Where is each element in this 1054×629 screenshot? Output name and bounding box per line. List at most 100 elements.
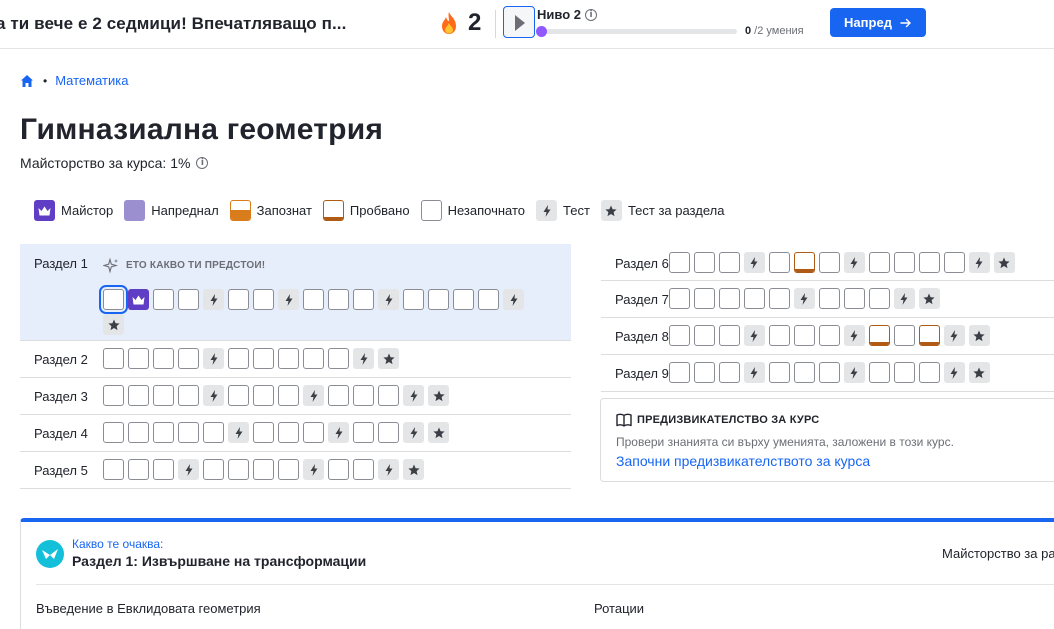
skill-attempted[interactable] [918, 325, 940, 346]
skill-not-started[interactable] [718, 325, 740, 346]
quiz-icon[interactable] [228, 422, 249, 443]
home-icon[interactable] [20, 74, 34, 88]
skill-not-started[interactable] [768, 325, 790, 346]
unit-name[interactable]: Раздел 9 [601, 362, 669, 391]
unit-test-icon[interactable] [103, 314, 124, 335]
skill-not-started[interactable] [128, 459, 149, 480]
skill-not-started[interactable] [918, 252, 940, 273]
skill-not-started[interactable] [818, 288, 840, 309]
skill-not-started[interactable] [818, 362, 840, 383]
unit-name[interactable]: Раздел 5 [20, 459, 103, 488]
skill-not-started[interactable] [793, 325, 815, 346]
quiz-icon[interactable] [303, 385, 324, 406]
quiz-icon[interactable] [378, 459, 399, 480]
unit-name[interactable]: Раздел 6 [601, 252, 669, 280]
skill-not-started[interactable] [818, 252, 840, 273]
skill-not-started[interactable] [99, 285, 128, 314]
skill-not-started[interactable] [303, 422, 324, 443]
skill-not-started[interactable] [178, 385, 199, 406]
quiz-icon[interactable] [793, 288, 815, 309]
lesson-link[interactable]: Въведение в Евклидовата геометрия [36, 601, 261, 616]
next-button[interactable]: Напред [830, 8, 926, 37]
quiz-icon[interactable] [943, 325, 965, 346]
unit-row-2[interactable]: Раздел 2 [20, 341, 571, 378]
skill-not-started[interactable] [253, 348, 274, 369]
unit-test-icon[interactable] [378, 348, 399, 369]
unit-row-4[interactable]: Раздел 4 [20, 415, 571, 452]
skill-not-started[interactable] [478, 289, 499, 310]
skill-not-started[interactable] [868, 252, 890, 273]
skill-not-started[interactable] [768, 252, 790, 273]
skill-not-started[interactable] [228, 459, 249, 480]
unit-row-5[interactable]: Раздел 5 [20, 452, 571, 489]
skill-not-started[interactable] [868, 362, 890, 383]
unit-row-7[interactable]: Раздел 7 [601, 281, 1054, 318]
skill-not-started[interactable] [103, 422, 124, 443]
unit-name[interactable]: Раздел 1 [20, 256, 103, 340]
skill-not-started[interactable] [918, 362, 940, 383]
quiz-icon[interactable] [743, 362, 765, 383]
unit-row-6[interactable]: Раздел 6 [601, 244, 1054, 281]
quiz-icon[interactable] [378, 289, 399, 310]
play-button[interactable] [503, 6, 535, 38]
skill-not-started[interactable] [378, 385, 399, 406]
quiz-icon[interactable] [203, 289, 224, 310]
quiz-icon[interactable] [843, 362, 865, 383]
quiz-icon[interactable] [353, 348, 374, 369]
start-course-challenge-link[interactable]: Започни предизвикателството за курса [616, 453, 1054, 469]
skill-not-started[interactable] [768, 362, 790, 383]
skill-attempted[interactable] [793, 252, 815, 273]
skill-not-started[interactable] [668, 288, 690, 309]
quiz-icon[interactable] [178, 459, 199, 480]
unit-name[interactable]: Раздел 3 [20, 385, 103, 414]
unit-test-icon[interactable] [428, 385, 449, 406]
skill-not-started[interactable] [128, 348, 149, 369]
skill-not-started[interactable] [153, 348, 174, 369]
streak-indicator[interactable]: 2 [440, 9, 481, 37]
skill-not-started[interactable] [278, 459, 299, 480]
quiz-icon[interactable] [968, 252, 990, 273]
skill-not-started[interactable] [328, 459, 349, 480]
skill-not-started[interactable] [278, 422, 299, 443]
unit-row-8[interactable]: Раздел 8 [601, 318, 1054, 355]
skill-not-started[interactable] [668, 325, 690, 346]
skill-not-started[interactable] [178, 348, 199, 369]
breadcrumb-subject-link[interactable]: Математика [55, 73, 128, 88]
skill-not-started[interactable] [868, 288, 890, 309]
skill-not-started[interactable] [693, 325, 715, 346]
skill-not-started[interactable] [893, 252, 915, 273]
unit-row-3[interactable]: Раздел 3 [20, 378, 571, 415]
skill-not-started[interactable] [153, 289, 174, 310]
skill-not-started[interactable] [693, 362, 715, 383]
unit-name[interactable]: Раздел 4 [20, 422, 103, 451]
quiz-icon[interactable] [503, 289, 524, 310]
info-icon[interactable]: i [584, 8, 597, 21]
skill-not-started[interactable] [278, 348, 299, 369]
skill-not-started[interactable] [153, 459, 174, 480]
skill-not-started[interactable] [303, 348, 324, 369]
unit-name[interactable]: Раздел 7 [601, 288, 669, 317]
unit-row-9[interactable]: Раздел 9 [601, 355, 1054, 392]
quiz-icon[interactable] [743, 252, 765, 273]
skill-not-started[interactable] [353, 385, 374, 406]
skill-not-started[interactable] [353, 289, 374, 310]
unit-test-icon[interactable] [428, 422, 449, 443]
skill-not-started[interactable] [128, 422, 149, 443]
skill-not-started[interactable] [128, 385, 149, 406]
lesson-link[interactable]: Ротации [594, 601, 644, 616]
quiz-icon[interactable] [743, 325, 765, 346]
skill-not-started[interactable] [693, 252, 715, 273]
skill-not-started[interactable] [843, 288, 865, 309]
skill-not-started[interactable] [328, 348, 349, 369]
quiz-icon[interactable] [403, 422, 424, 443]
skill-not-started[interactable] [818, 325, 840, 346]
skill-not-started[interactable] [178, 289, 199, 310]
skill-not-started[interactable] [103, 459, 124, 480]
quiz-icon[interactable] [403, 385, 424, 406]
quiz-icon[interactable] [893, 288, 915, 309]
skill-not-started[interactable] [103, 385, 124, 406]
skill-not-started[interactable] [718, 288, 740, 309]
skill-not-started[interactable] [228, 289, 249, 310]
unit-test-icon[interactable] [918, 288, 940, 309]
unit-test-icon[interactable] [403, 459, 424, 480]
